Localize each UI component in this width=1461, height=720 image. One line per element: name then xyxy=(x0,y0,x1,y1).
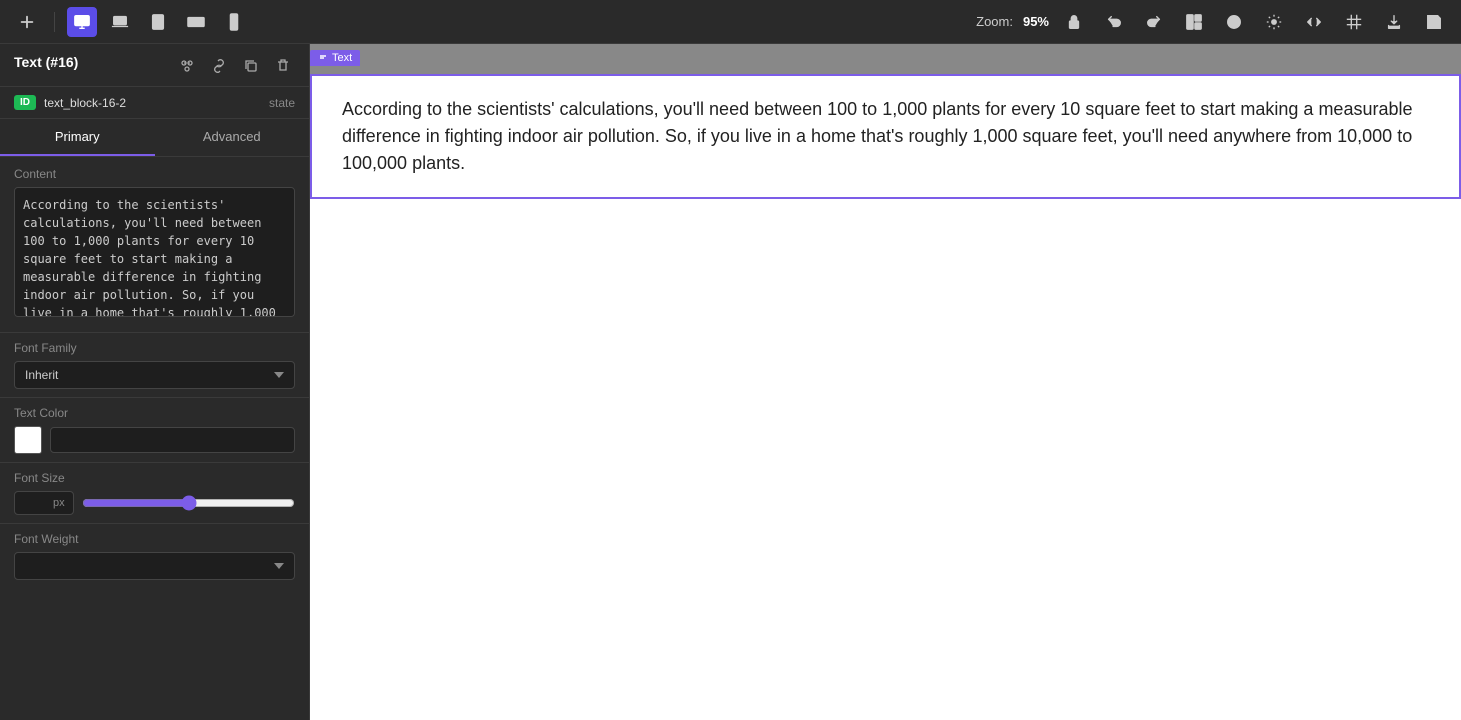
sidebar-tabs: Primary Advanced xyxy=(0,119,309,157)
font-size-row: px xyxy=(14,491,295,515)
settings-button[interactable] xyxy=(1259,7,1289,37)
toolbar-right: Zoom: 95% xyxy=(976,7,1449,37)
content-section-label: Content xyxy=(0,157,309,187)
font-family-select[interactable]: Inherit Arial Georgia Times New Roman Ve… xyxy=(14,361,295,389)
color-input[interactable] xyxy=(50,427,295,453)
top-toolbar: Zoom: 95% xyxy=(0,0,1461,44)
font-size-section: Font Size px xyxy=(0,462,309,523)
save-button[interactable] xyxy=(1419,7,1449,37)
zoom-label: Zoom: xyxy=(976,14,1013,29)
duplicate-icon[interactable] xyxy=(239,54,263,78)
link-icon[interactable] xyxy=(207,54,231,78)
grid-button[interactable] xyxy=(1339,7,1369,37)
font-weight-section: Font Weight Normal (400) Semi-Bold (600)… xyxy=(0,523,309,588)
wide-view-button[interactable] xyxy=(181,7,211,37)
sidebar-header: Text (#16) xyxy=(0,44,309,87)
font-size-input[interactable] xyxy=(23,496,53,510)
font-size-input-wrap: px xyxy=(14,491,74,515)
font-weight-label: Font Weight xyxy=(14,532,295,546)
delete-icon[interactable] xyxy=(271,54,295,78)
font-family-section: Font Family Inherit Arial Georgia Times … xyxy=(0,332,309,397)
history-button[interactable] xyxy=(1219,7,1249,37)
toolbar-left xyxy=(12,7,249,37)
redo-button[interactable] xyxy=(1139,7,1169,37)
toolbar-separator-1 xyxy=(54,12,55,32)
canvas-area[interactable]: Text According to the scientists' calcul… xyxy=(310,44,1461,720)
id-badge: ID xyxy=(14,95,36,110)
state-label: state xyxy=(269,96,295,110)
text-color-section: Text Color xyxy=(0,397,309,462)
color-swatch[interactable] xyxy=(14,426,42,454)
tab-primary[interactable]: Primary xyxy=(0,119,155,156)
font-size-slider[interactable] xyxy=(82,495,295,511)
mobile-view-button[interactable] xyxy=(219,7,249,37)
zoom-value: 95% xyxy=(1023,14,1049,29)
lock-button[interactable] xyxy=(1059,7,1089,37)
layout-button[interactable] xyxy=(1179,7,1209,37)
element-actions xyxy=(175,54,295,78)
canvas-main-text: According to the scientists' calculation… xyxy=(342,99,1413,173)
id-value: text_block-16-2 xyxy=(44,96,261,110)
font-size-label: Font Size xyxy=(14,471,295,485)
font-family-label: Font Family xyxy=(14,341,295,355)
text-label-badge: Text xyxy=(310,50,360,66)
px-unit: px xyxy=(53,497,65,509)
element-title: Text (#16) xyxy=(14,54,78,70)
color-row xyxy=(14,426,295,454)
selected-text-block[interactable]: According to the scientists' calculation… xyxy=(310,74,1461,199)
tablet-view-button[interactable] xyxy=(143,7,173,37)
code-button[interactable] xyxy=(1299,7,1329,37)
group-icon[interactable] xyxy=(175,54,199,78)
font-weight-select[interactable]: Normal (400) Semi-Bold (600) Bold (700) xyxy=(14,552,295,580)
canvas-inner: Text According to the scientists' calcul… xyxy=(310,74,1461,720)
undo-button[interactable] xyxy=(1099,7,1129,37)
text-color-label: Text Color xyxy=(14,406,295,420)
export-button[interactable] xyxy=(1379,7,1409,37)
add-button[interactable] xyxy=(12,7,42,37)
laptop-view-button[interactable] xyxy=(105,7,135,37)
font-size-slider-wrap xyxy=(82,493,295,513)
content-textarea[interactable] xyxy=(14,187,295,317)
left-sidebar: Text (#16) ID xyxy=(0,44,310,720)
desktop-view-button[interactable] xyxy=(67,7,97,37)
sidebar-content[interactable]: Content Font Family Inherit Arial Georgi… xyxy=(0,157,309,720)
id-section: ID text_block-16-2 state xyxy=(0,87,309,119)
tab-advanced[interactable]: Advanced xyxy=(155,119,310,156)
main-layout: Text (#16) ID xyxy=(0,44,1461,720)
